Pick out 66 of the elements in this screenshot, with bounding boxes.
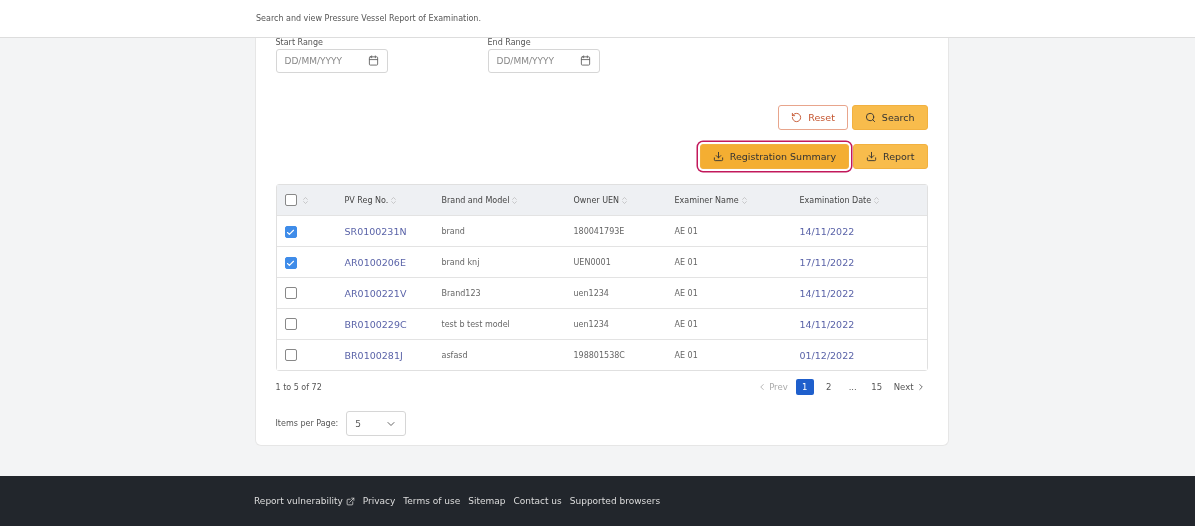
column-header[interactable]: Brand and Model bbox=[441, 195, 574, 205]
table-cell-text: 180041793E bbox=[573, 226, 626, 236]
table-cell-text: AE 01 bbox=[674, 350, 699, 360]
download-icon bbox=[866, 151, 877, 162]
field-label: Start Range bbox=[275, 38, 324, 47]
table-cell-text: Brand123 bbox=[441, 288, 482, 298]
reset-icon bbox=[791, 112, 803, 123]
table-cell-text: AE 01 bbox=[674, 319, 699, 329]
page-button[interactable]: ... bbox=[843, 379, 862, 395]
items-per-page-label: Items per Page: bbox=[275, 419, 339, 428]
reset-button[interactable]: Reset bbox=[778, 105, 848, 130]
footer-link[interactable]: Sitemap bbox=[468, 496, 506, 506]
table-cell-text: test b test model bbox=[441, 319, 511, 329]
reg-no-link[interactable]: SR0100231N bbox=[344, 225, 442, 237]
table-cell-text: asfasd bbox=[441, 350, 469, 360]
date-field[interactable]: DD/MM/YYYY bbox=[275, 49, 388, 73]
row-checkbox[interactable] bbox=[284, 317, 297, 330]
table-cell-text: brand bbox=[441, 226, 466, 236]
date-cell-text: 17/11/2022 bbox=[799, 256, 856, 268]
date-cell-text: 14/11/2022 bbox=[799, 318, 856, 330]
row-checkbox[interactable] bbox=[284, 286, 297, 299]
table-cell-text: AE 01 bbox=[674, 257, 699, 267]
table-cell-text: UEN0001 bbox=[573, 257, 612, 267]
footer-link[interactable]: Supported browsers bbox=[569, 496, 661, 506]
items-per-page-select[interactable]: 5 bbox=[346, 411, 407, 436]
footer-link[interactable]: Contact us bbox=[513, 496, 562, 506]
page-subtitle: Search and view Pressure Vessel Report of Examination. bbox=[256, 14, 481, 23]
table-cell-text: AE 01 bbox=[674, 226, 699, 236]
external-link-icon bbox=[345, 496, 355, 506]
row-checkbox[interactable] bbox=[284, 257, 297, 269]
download-button[interactable]: Report bbox=[853, 144, 928, 169]
reg-no-link[interactable]: AR0100221V bbox=[344, 287, 442, 299]
calendar-icon bbox=[367, 55, 379, 66]
reg-no-link[interactable]: BR0100281J bbox=[344, 349, 442, 361]
footer-link[interactable]: Privacy bbox=[362, 496, 396, 506]
column-header[interactable]: Examiner Name bbox=[674, 195, 800, 205]
column-header[interactable]: PV Reg No. bbox=[344, 195, 442, 205]
table-cell-text: uen1234 bbox=[573, 319, 610, 329]
page-button[interactable]: 1 bbox=[795, 379, 814, 395]
reg-no-link[interactable]: AR0100206E bbox=[344, 256, 442, 268]
page-button[interactable]: 15 bbox=[867, 379, 886, 395]
page-button[interactable]: 2 bbox=[819, 379, 838, 395]
footer-link[interactable]: Terms of use bbox=[403, 496, 461, 506]
date-cell-text: 01/12/2022 bbox=[799, 349, 856, 361]
date-cell-text: 14/11/2022 bbox=[799, 287, 856, 299]
select-all-checkbox[interactable] bbox=[284, 194, 297, 206]
search-button[interactable]: Search bbox=[851, 105, 928, 130]
next-button[interactable]: Next bbox=[891, 379, 928, 395]
table-cell-text: uen1234 bbox=[573, 288, 610, 298]
download-button[interactable]: Registration Summary bbox=[699, 144, 849, 169]
table-cell-text: brand knj bbox=[441, 257, 481, 267]
row-checkbox[interactable] bbox=[284, 226, 297, 238]
download-icon bbox=[712, 151, 724, 162]
row-checkbox[interactable] bbox=[284, 348, 297, 361]
date-field[interactable]: DD/MM/YYYY bbox=[487, 49, 600, 73]
footer-link[interactable]: Report vulnerability bbox=[254, 496, 355, 506]
reg-no-link[interactable]: BR0100229C bbox=[344, 318, 442, 330]
field-label: End Range bbox=[487, 38, 532, 47]
column-header[interactable]: Owner UEN bbox=[573, 195, 675, 205]
table-cell-text: 198801538C bbox=[573, 350, 626, 360]
date-cell-text: 14/11/2022 bbox=[799, 225, 856, 237]
search-icon bbox=[864, 112, 876, 123]
column-header[interactable]: Examination Date bbox=[799, 195, 927, 205]
results-count: 1 to 5 of 72 bbox=[275, 382, 322, 392]
table-cell-text: AE 01 bbox=[674, 288, 699, 298]
calendar-icon bbox=[579, 55, 591, 66]
